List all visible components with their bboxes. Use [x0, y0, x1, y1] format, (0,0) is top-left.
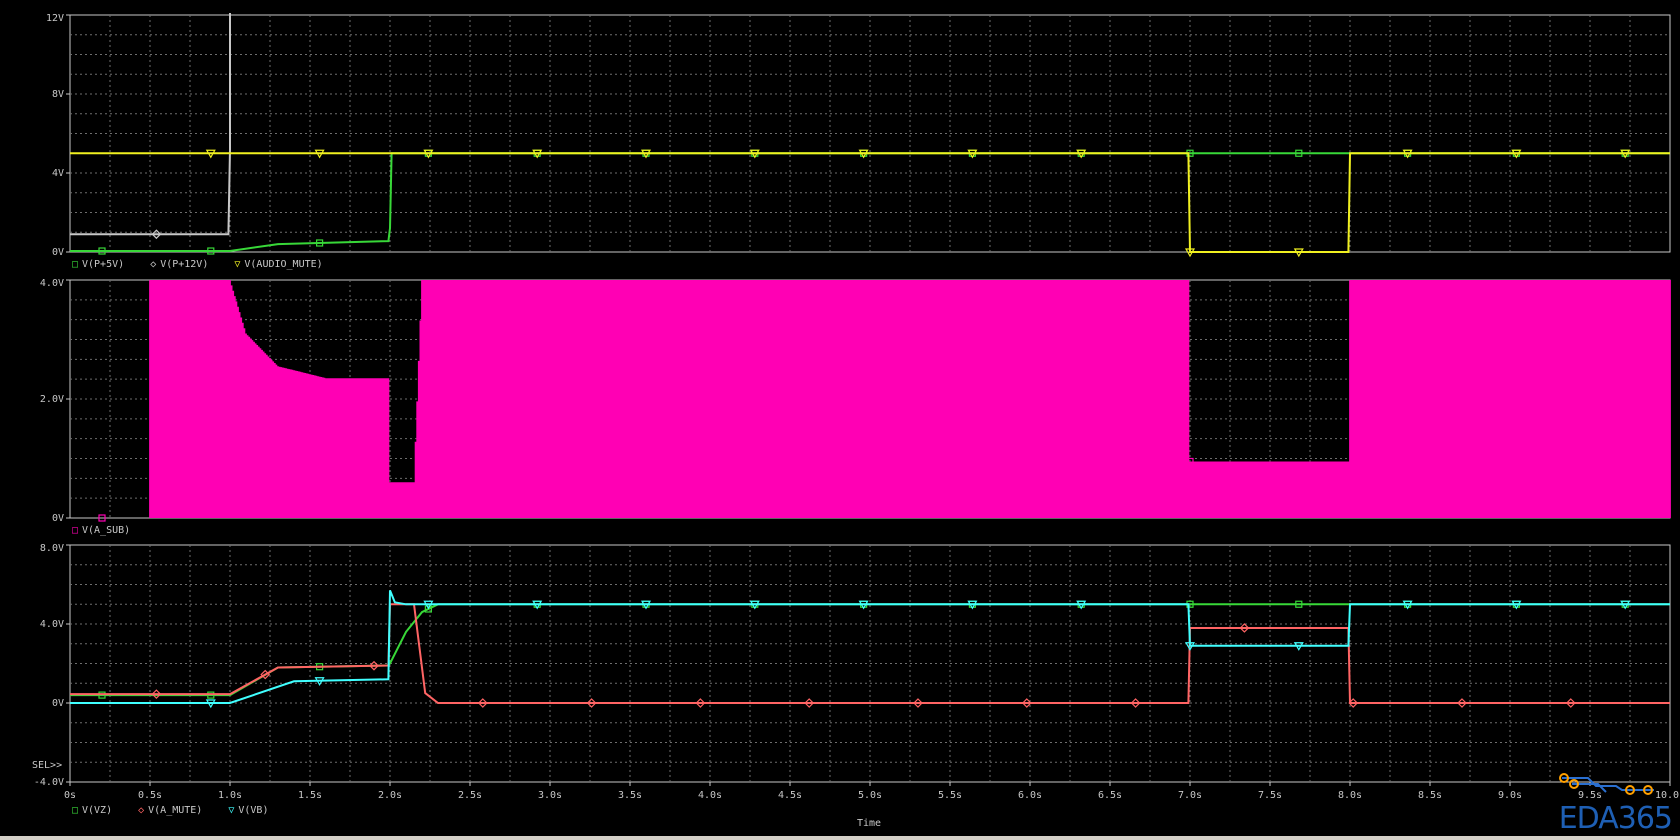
legend-vz[interactable]: □ V(VZ) [72, 805, 122, 816]
legend-p12v[interactable]: ◇ V(P+12V) [150, 259, 218, 270]
legend-top: □ V(P+5V) ◇ V(P+12V) ▽ V(AUDIO_MUTE) [72, 259, 343, 270]
legend-a-sub[interactable]: □ V(A_SUB) [72, 525, 140, 536]
y-tick-label: 0V [52, 698, 64, 709]
x-tick-label: 8.0s [1338, 790, 1362, 801]
y-tick-label: 12V [46, 13, 64, 24]
waveform-plot: 0V 4V 8V 12V 0V 2.0V 4.0V -4.0V 0V 4.0V 8.0V 0s 0.5s… [34, 13, 1680, 801]
x-tick-label: 7.0s [1178, 790, 1202, 801]
legend-vb[interactable]: ▽ V(VB) [228, 805, 278, 816]
x-tick-label: 10.0s [1655, 790, 1680, 801]
x-tick-label: 9.0s [1498, 790, 1522, 801]
x-tick-label: 1.5s [298, 790, 322, 801]
cursor-toolbar-icon[interactable] [1558, 772, 1658, 796]
brand-logo: EDA365 [1558, 801, 1673, 836]
y-tick-label: 8V [52, 89, 64, 100]
y-tick-label: 4.0V [40, 619, 64, 630]
y-tick-label: 4V [52, 168, 64, 179]
x-tick-label: 3.0s [538, 790, 562, 801]
legend-p5v[interactable]: □ V(P+5V) [72, 259, 134, 270]
grid [70, 545, 1670, 782]
x-tick-label: 0.5s [138, 790, 162, 801]
x-tick-label: 2.0s [378, 790, 402, 801]
x-tick-label: 7.5s [1258, 790, 1282, 801]
y-tick-label: 0V [52, 513, 64, 524]
x-tick-label: 8.5s [1418, 790, 1442, 801]
x-tick-label: 1.0s [218, 790, 242, 801]
legend-mid: □ V(A_SUB) [72, 525, 150, 536]
x-tick-label: 4.0s [698, 790, 722, 801]
legend-bottom: □ V(VZ) ◇ V(A_MUTE) ▽ V(VB) [72, 805, 288, 816]
x-tick-label: 3.5s [618, 790, 642, 801]
x-tick-label: 4.5s [778, 790, 802, 801]
x-tick-label: 2.5s [458, 790, 482, 801]
x-tick-label: 5.0s [858, 790, 882, 801]
x-tick-label: 0s [64, 790, 76, 801]
legend-a-mute[interactable]: ◇ V(A_MUTE) [138, 805, 212, 816]
y-tick-label: 8.0V [40, 543, 64, 554]
x-tick-label: 5.5s [938, 790, 962, 801]
legend-audio-mute[interactable]: ▽ V(AUDIO_MUTE) [234, 259, 332, 270]
y-tick-label: -4.0V [34, 777, 64, 788]
y-tick-label: 2.0V [40, 394, 64, 405]
x-tick-label: 6.5s [1098, 790, 1122, 801]
y-tick-label: 4.0V [40, 278, 64, 289]
sel-marker: SEL>> [32, 760, 63, 771]
grid [70, 15, 1670, 252]
x-axis-label: Time [857, 818, 882, 829]
x-tick-label: 6.0s [1018, 790, 1042, 801]
probe-window: 0V 4V 8V 12V 0V 2.0V 4.0V -4.0V 0V 4.0V 8.0V 0s 0.5s… [0, 0, 1680, 836]
y-tick-label: 0V [52, 247, 64, 258]
